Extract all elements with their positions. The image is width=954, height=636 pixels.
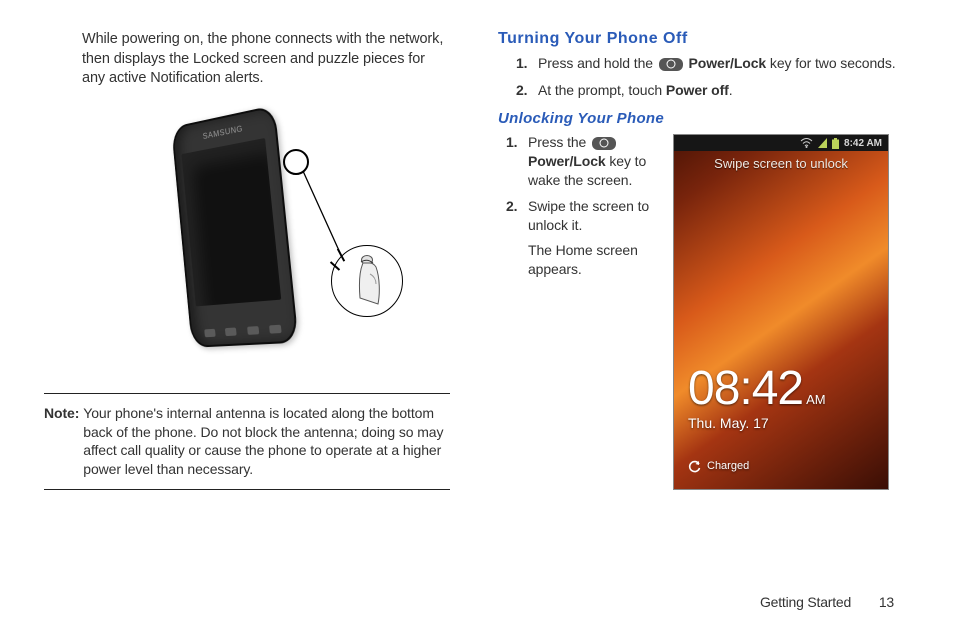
unlock-step-1: 1. Press the Power/Lock key to wake the … (506, 133, 660, 190)
phone-illustration: SAMSUNG (87, 105, 407, 375)
unlock-step-2: 2. Swipe the screen to unlock it. The Ho… (506, 197, 660, 279)
clock-ampm: AM (806, 392, 826, 407)
battery-icon (832, 138, 839, 149)
lockscreen-clock: 08:42AM Thu. May. 17 (688, 365, 826, 431)
note-divider-top (44, 393, 450, 394)
unlock-steps-column: 1. Press the Power/Lock key to wake the … (490, 133, 660, 489)
hand-callout-circle (331, 245, 403, 317)
right-column: Turning Your Phone Off 1. Press and hold… (490, 30, 896, 494)
off-step-2: 2. At the prompt, touch Power off. (516, 81, 896, 100)
intro-text: While powering on, the phone connects wi… (82, 30, 450, 89)
phone-body: SAMSUNG (171, 105, 298, 348)
clock-date: Thu. May. 17 (688, 415, 826, 431)
status-bar: 8:42 AM (674, 135, 888, 151)
note-text: Your phone's internal antenna is located… (83, 404, 450, 480)
wifi-icon (800, 138, 813, 148)
swipe-hint: Swipe screen to unlock (674, 151, 888, 171)
hand-press-icon (350, 254, 384, 310)
clock-time: 08:42 (688, 362, 803, 415)
footer-page-number: 13 (879, 594, 894, 610)
charged-indicator: Charged (688, 460, 749, 473)
lockscreen-preview: 8:42 AM Swipe screen to unlock 08:42AM T… (674, 135, 888, 489)
left-column: While powering on, the phone connects wi… (44, 30, 450, 494)
heading-turning-off: Turning Your Phone Off (498, 30, 896, 48)
signal-icon (818, 138, 827, 148)
heading-unlocking: Unlocking Your Phone (498, 110, 896, 127)
phone-screen (181, 138, 281, 306)
power-icon (659, 58, 683, 71)
footer-section: Getting Started (760, 594, 851, 610)
power-icon (592, 137, 616, 150)
phone-nav-buttons (192, 324, 296, 338)
note-divider-bottom (44, 489, 450, 490)
refresh-icon (688, 460, 701, 473)
note-label: Note: (44, 404, 79, 480)
page-footer: Getting Started 13 (760, 594, 894, 610)
off-step-1: 1. Press and hold the Power/Lock key for… (516, 54, 896, 73)
status-time: 8:42 AM (844, 138, 882, 149)
note-block: Note: Your phone's internal antenna is l… (44, 398, 450, 486)
